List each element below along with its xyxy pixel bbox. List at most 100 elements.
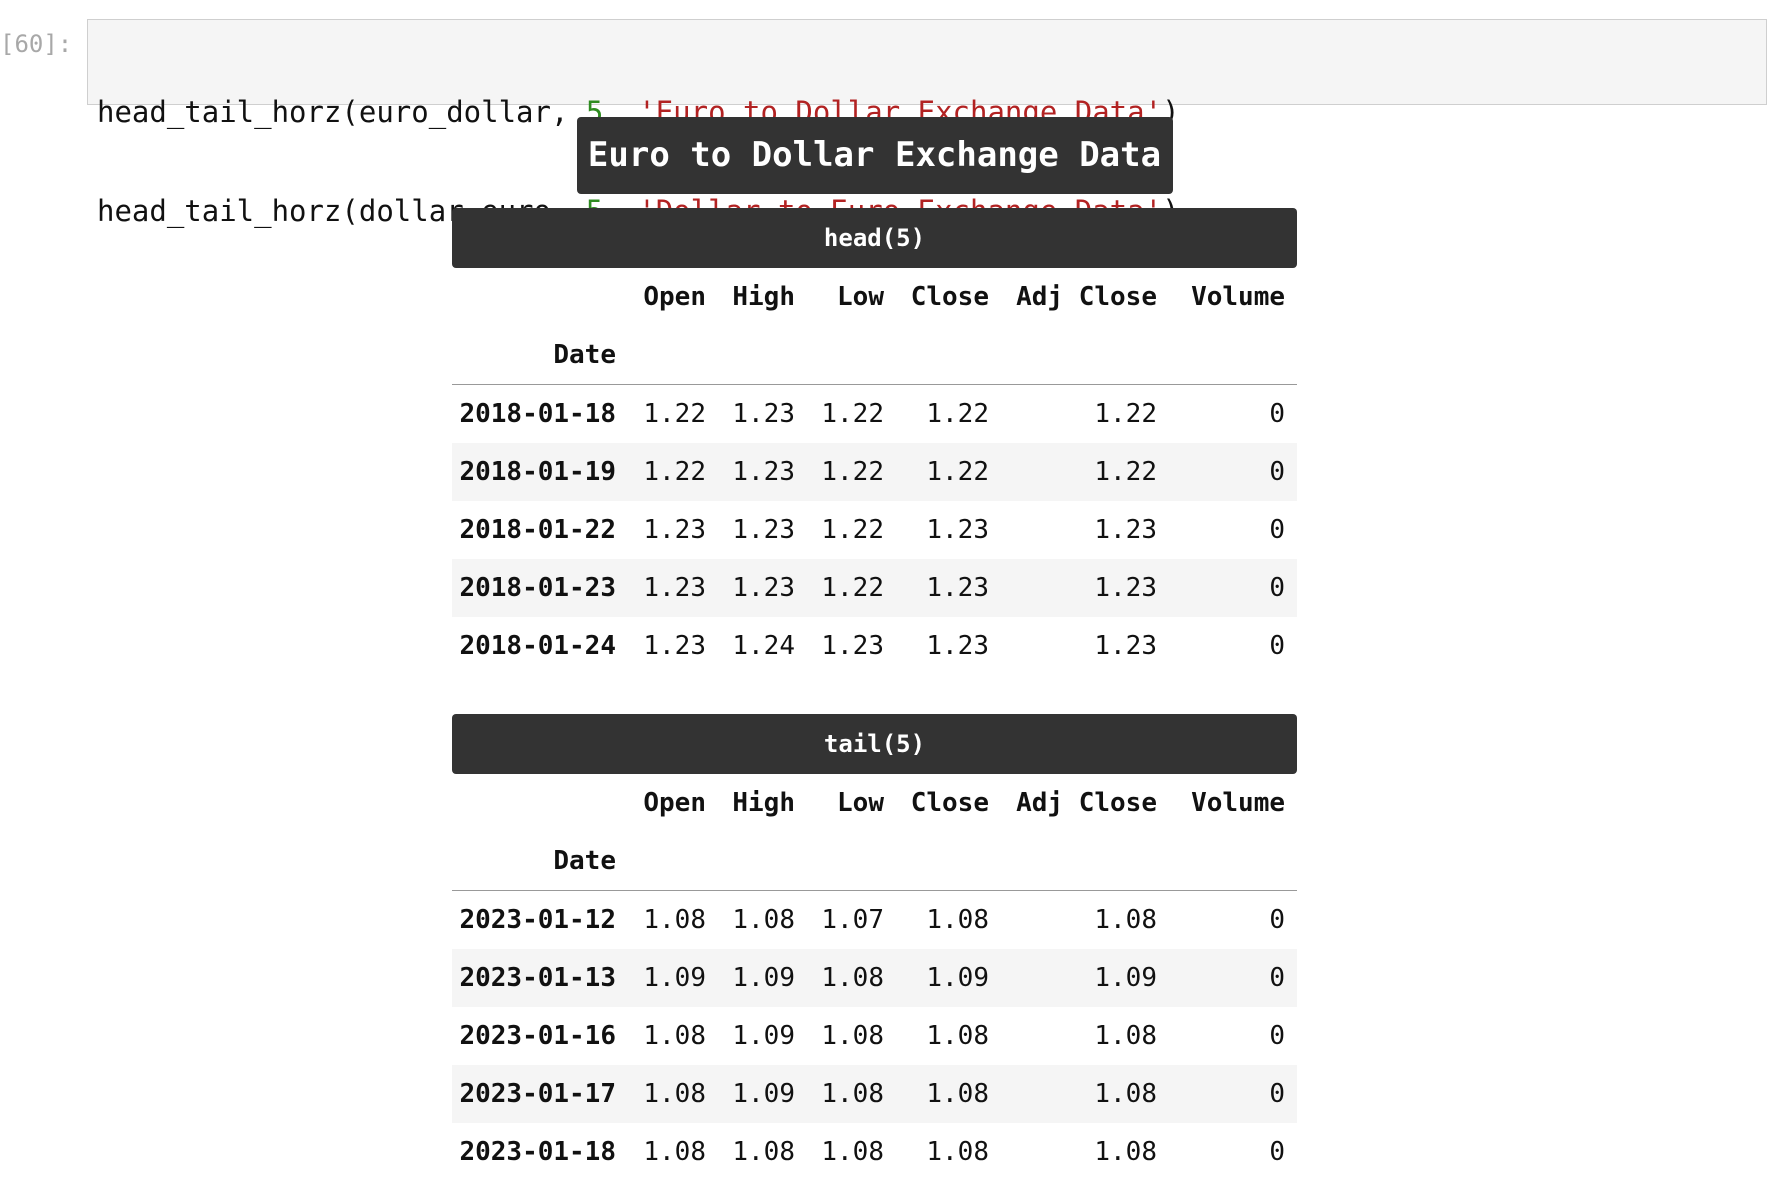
head-table: Open High Low Close Adj Close Volume Dat… [452,268,1297,675]
cell-volume: 0 [1269,457,1285,487]
cell-output: Euro to Dollar Exchange Data head(5) Ope… [452,117,1297,1167]
cell-close: 1.08 [926,1137,989,1167]
column-header-row: Open High Low Close Adj Close Volume [452,268,1297,326]
cell-adj-close: 1.22 [1094,457,1157,487]
cell-open: 1.23 [643,515,706,545]
col-volume-header: Volume [1191,282,1285,312]
cell-high: 1.23 [732,399,795,429]
cell-adj-close: 1.22 [1094,399,1157,429]
cell-open: 1.23 [643,573,706,603]
cell-close: 1.23 [926,515,989,545]
cell-open: 1.22 [643,457,706,487]
cell-open: 1.08 [643,1137,706,1167]
col-low-header: Low [837,282,884,312]
blank-corner [452,774,628,832]
cell-high: 1.09 [732,963,795,993]
cell-volume: 0 [1269,573,1285,603]
column-header-row: Open High Low Close Adj Close Volume [452,774,1297,832]
cell-adj-close: 1.23 [1094,573,1157,603]
cell-high: 1.23 [732,515,795,545]
cell-adj-close: 1.23 [1094,631,1157,661]
tail-table: Open High Low Close Adj Close Volume Dat… [452,774,1297,1181]
table-row: 2023-01-12 1.08 1.08 1.07 1.08 1.08 0 [452,891,1297,950]
col-volume-header: Volume [1191,788,1285,818]
col-adj-close-header: Adj Close [1016,282,1157,312]
cell-volume: 0 [1269,399,1285,429]
head-section: head(5) Open High Low Close Adj Close Vo… [452,208,1297,675]
cell-close: 1.08 [926,1079,989,1109]
cell-high: 1.08 [732,1137,795,1167]
index-name: Date [452,832,628,891]
row-date: 2023-01-16 [459,1021,616,1051]
col-high-header: High [732,282,795,312]
cell-adj-close: 1.08 [1094,1137,1157,1167]
col-open-header: Open [643,282,706,312]
cell-low: 1.22 [821,573,884,603]
table-row: 2023-01-17 1.08 1.09 1.08 1.08 1.08 0 [452,1065,1297,1123]
cell-low: 1.22 [821,457,884,487]
row-date: 2018-01-24 [459,631,616,661]
cell-low: 1.07 [821,905,884,935]
cell-close: 1.23 [926,573,989,603]
blank-corner [452,268,628,326]
table-row: 2018-01-22 1.23 1.23 1.22 1.23 1.23 0 [452,501,1297,559]
cell-volume: 0 [1269,905,1285,935]
cell-high: 1.09 [732,1079,795,1109]
cell-high: 1.23 [732,457,795,487]
table-row: 2018-01-23 1.23 1.23 1.22 1.23 1.23 0 [452,559,1297,617]
table-row: 2023-01-16 1.08 1.09 1.08 1.08 1.08 0 [452,1007,1297,1065]
head-header: head(5) [452,208,1297,268]
cell-open: 1.08 [643,905,706,935]
cell-low: 1.08 [821,1021,884,1051]
row-date: 2018-01-18 [459,399,616,429]
col-open-header: Open [643,788,706,818]
cell-close: 1.22 [926,457,989,487]
tail-header: tail(5) [452,714,1297,774]
row-date: 2023-01-12 [459,905,616,935]
row-date: 2018-01-19 [459,457,616,487]
index-name-row: Date [452,326,1297,385]
cell-volume: 0 [1269,1137,1285,1167]
cell-adj-close: 1.09 [1094,963,1157,993]
cell-high: 1.09 [732,1021,795,1051]
cell-volume: 0 [1269,963,1285,993]
cell-low: 1.08 [821,963,884,993]
cell-open: 1.08 [643,1021,706,1051]
table-row: 2023-01-18 1.08 1.08 1.08 1.08 1.08 0 [452,1123,1297,1181]
cell-low: 1.22 [821,515,884,545]
table-row: 2018-01-19 1.22 1.23 1.22 1.22 1.22 0 [452,443,1297,501]
cell-adj-close: 1.08 [1094,1021,1157,1051]
cell-prompt: [60]: [0,30,73,58]
cell-adj-close: 1.23 [1094,515,1157,545]
col-close-header: Close [910,282,989,312]
col-adj-close-header: Adj Close [1016,788,1157,818]
code-input-cell[interactable]: head_tail_horz(euro_dollar, 5, 'Euro to … [87,19,1767,228]
table-row: 2023-01-13 1.09 1.09 1.08 1.09 1.09 0 [452,949,1297,1007]
cell-volume: 0 [1269,631,1285,661]
cell-open: 1.08 [643,1079,706,1109]
index-name-row: Date [452,832,1297,891]
cell-close: 1.08 [926,1021,989,1051]
table-row: 2018-01-24 1.23 1.24 1.23 1.23 1.23 0 [452,617,1297,675]
row-date: 2023-01-18 [459,1137,616,1167]
cell-open: 1.09 [643,963,706,993]
cell-high: 1.24 [732,631,795,661]
row-date: 2018-01-23 [459,573,616,603]
cell-low: 1.22 [821,399,884,429]
table-row: 2018-01-18 1.22 1.23 1.22 1.22 1.22 0 [452,385,1297,444]
col-close-header: Close [910,788,989,818]
row-date: 2018-01-22 [459,515,616,545]
cell-open: 1.23 [643,631,706,661]
cell-close: 1.09 [926,963,989,993]
cell-adj-close: 1.08 [1094,1079,1157,1109]
cell-low: 1.08 [821,1137,884,1167]
cell-close: 1.23 [926,631,989,661]
cell-close: 1.22 [926,399,989,429]
cell-adj-close: 1.08 [1094,905,1157,935]
cell-open: 1.22 [643,399,706,429]
cell-high: 1.08 [732,905,795,935]
cell-volume: 0 [1269,515,1285,545]
cell-high: 1.23 [732,573,795,603]
col-low-header: Low [837,788,884,818]
cell-close: 1.08 [926,905,989,935]
